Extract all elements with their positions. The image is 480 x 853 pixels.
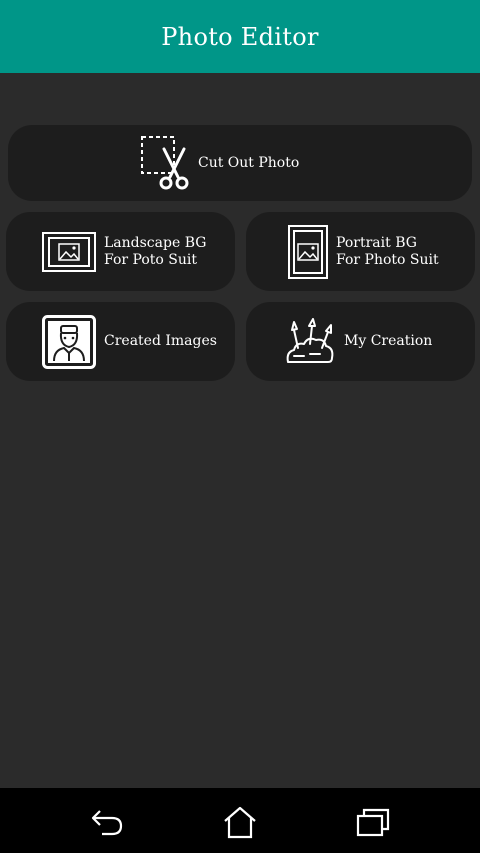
landscape-bg-button[interactable]: Landscape BG For Poto Suit [6,212,235,291]
cut-out-photo-button[interactable]: Cut Out Photo [8,125,472,201]
recent-apps-button[interactable] [353,802,393,842]
person-portrait-icon [42,314,96,369]
back-button[interactable] [87,802,127,842]
created-images-label: Created Images [104,333,217,349]
page-title: Photo Editor [161,22,319,51]
recent-apps-icon [356,808,390,837]
system-navigation-bar [0,788,480,853]
portrait-bg-label: Portrait BG For Photo Suit [336,235,439,269]
home-icon [224,806,256,839]
scissors-crop-icon [141,136,189,190]
landscape-bg-label: Landscape BG For Poto Suit [104,235,206,269]
landscape-bg-line1: Landscape BG [104,234,207,251]
portrait-bg-line2: For Photo Suit [336,251,439,268]
home-button[interactable] [220,802,260,842]
portrait-bg-line1: Portrait BG [336,234,417,251]
landscape-frame-icon [42,231,96,272]
paint-brushes-icon [286,317,334,363]
created-images-button[interactable]: Created Images [6,302,235,381]
my-creation-button[interactable]: My Creation [246,302,475,381]
back-arrow-icon [91,810,123,836]
portrait-bg-button[interactable]: Portrait BG For Photo Suit [246,212,475,291]
my-creation-label: My Creation [344,333,433,349]
portrait-frame-icon [288,224,328,279]
cut-out-photo-label: Cut Out Photo [198,154,300,171]
app-bar: Photo Editor [0,0,480,73]
landscape-bg-line2: For Poto Suit [104,251,198,268]
